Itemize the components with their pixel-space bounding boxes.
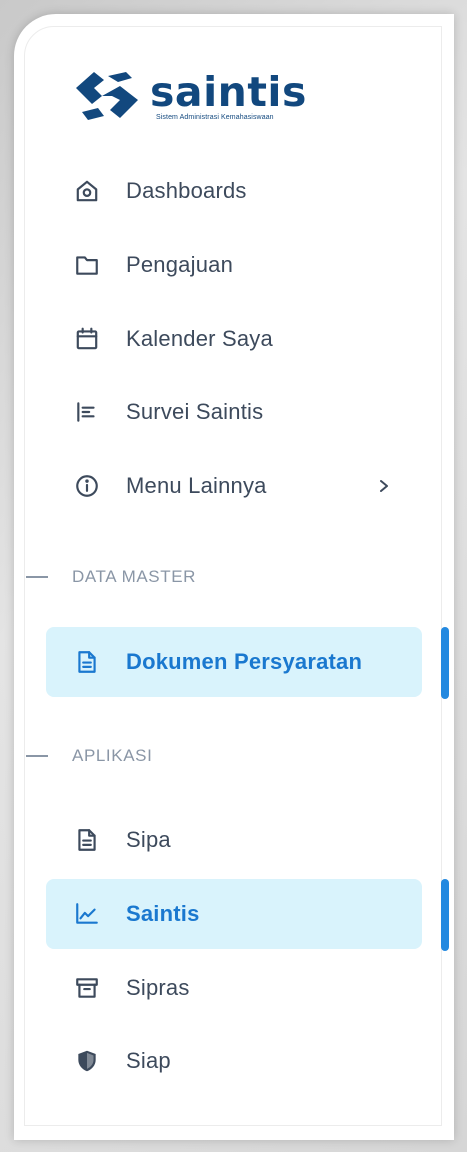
logo-name: saintis xyxy=(150,68,307,116)
nav-item-menu-lainnya[interactable]: Menu Lainnya xyxy=(46,451,422,521)
chart-line-icon xyxy=(74,901,100,927)
nav-item-pengajuan[interactable]: Pengajuan xyxy=(46,230,422,300)
nav-item-label: Siap xyxy=(126,1048,171,1073)
section-title: DATA MASTER xyxy=(72,567,197,586)
nav-item-kalender-saya[interactable]: Kalender Saya xyxy=(46,304,422,374)
align-left-icon xyxy=(74,399,100,425)
nav-item-survei-saintis[interactable]: Survei Saintis xyxy=(46,377,422,447)
section-header-data-master: DATA MASTER xyxy=(14,565,196,589)
folder-icon xyxy=(74,252,100,278)
section-header-aplikasi: APLIKASI xyxy=(14,744,152,768)
logo[interactable]: saintis Sistem Administrasi Kemahasiswaa… xyxy=(72,66,332,136)
document-icon xyxy=(74,649,100,675)
archive-icon xyxy=(74,975,100,1001)
nav-item-label: Menu Lainnya xyxy=(126,473,267,498)
nav-item-dokumen-persyaratan[interactable]: Dokumen Persyaratan xyxy=(46,627,422,697)
section-divider xyxy=(26,576,48,578)
nav-item-saintis[interactable]: Saintis xyxy=(46,879,422,949)
sidebar: saintis Sistem Administrasi Kemahasiswaa… xyxy=(14,14,454,1140)
logo-mark-icon xyxy=(76,72,138,120)
shield-icon xyxy=(74,1048,100,1074)
calendar-icon xyxy=(74,326,100,352)
nav-item-sipa[interactable]: Sipa xyxy=(46,805,422,875)
logo-tagline: Sistem Administrasi Kemahasiswaan xyxy=(156,114,274,121)
nav-item-label: Saintis xyxy=(126,901,200,926)
nav-item-siap[interactable]: Siap xyxy=(46,1026,422,1096)
section-divider xyxy=(26,755,48,757)
nav-item-dashboards[interactable]: Dashboards xyxy=(46,156,422,226)
document-icon xyxy=(74,827,100,853)
nav-item-label: Dashboards xyxy=(126,178,247,203)
nav-item-label: Survei Saintis xyxy=(126,399,264,424)
active-indicator xyxy=(441,879,449,951)
chevron-right-icon xyxy=(380,480,388,492)
nav-item-label: Sipras xyxy=(126,975,190,1000)
active-indicator xyxy=(441,627,449,699)
nav-item-label: Dokumen Persyaratan xyxy=(126,649,363,674)
nav-item-label: Pengajuan xyxy=(126,252,234,277)
nav-item-sipras[interactable]: Sipras xyxy=(46,953,422,1023)
info-icon xyxy=(74,473,100,499)
nav-item-label: Kalender Saya xyxy=(126,326,273,351)
section-title: APLIKASI xyxy=(72,746,153,765)
nav-item-label: Sipa xyxy=(126,827,171,852)
home-icon xyxy=(74,178,100,204)
